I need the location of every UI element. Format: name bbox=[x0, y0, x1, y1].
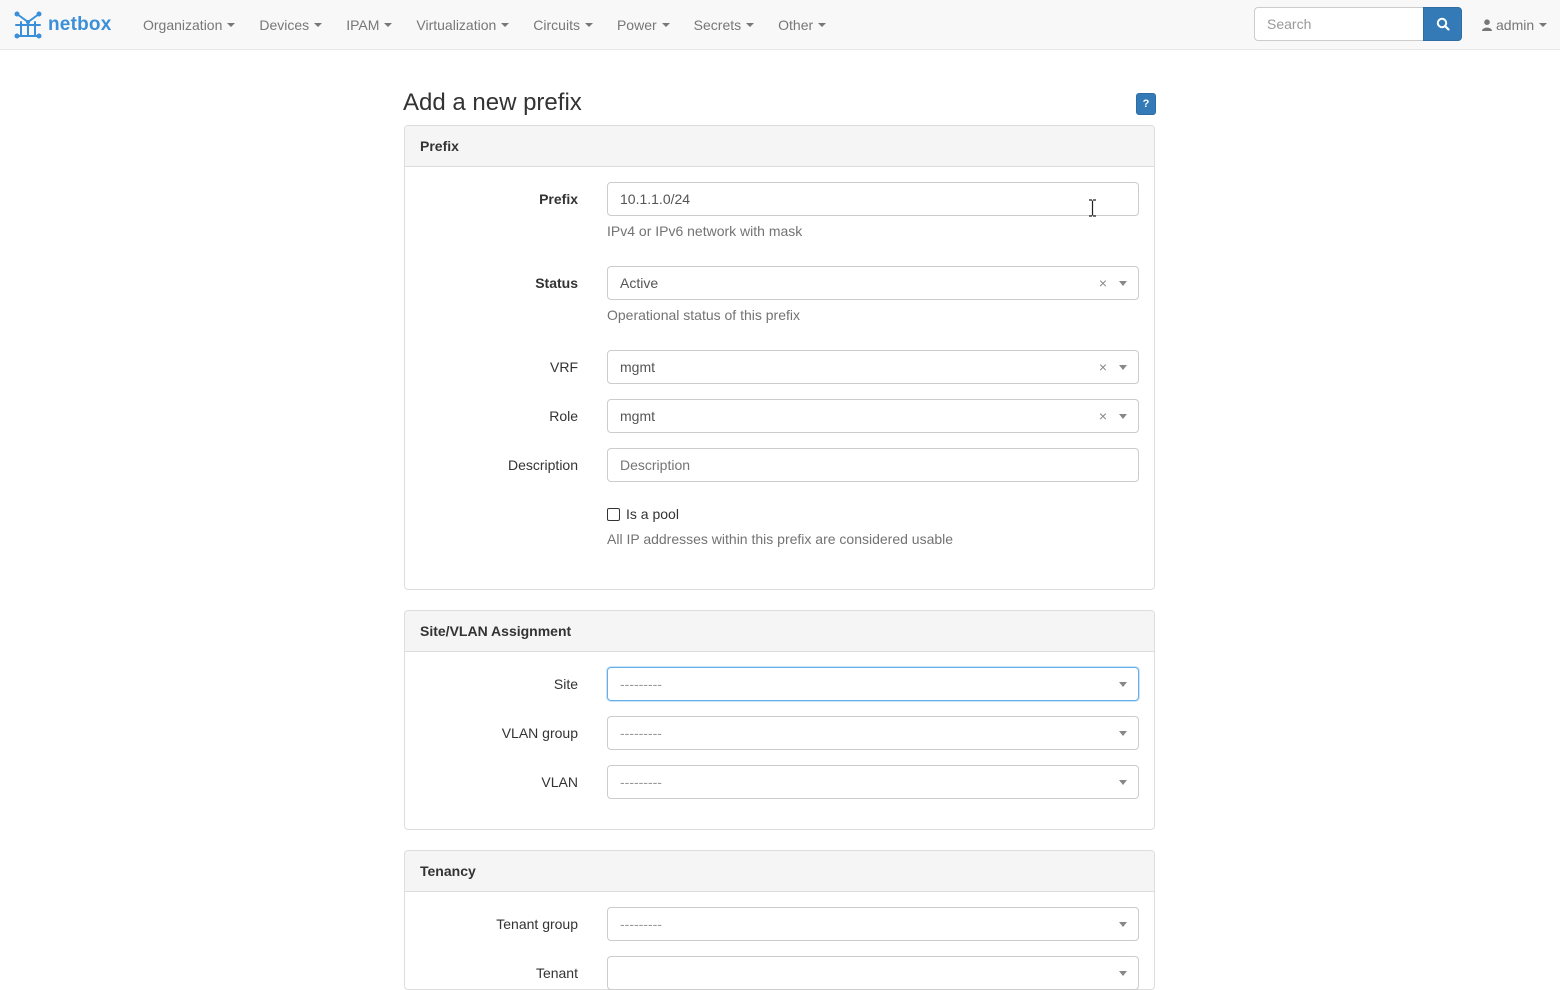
site-select[interactable]: --------- bbox=[607, 667, 1139, 701]
caret-down-icon bbox=[661, 22, 670, 27]
dropdown-arrow-icon[interactable] bbox=[1119, 681, 1127, 687]
dropdown-arrow-icon[interactable] bbox=[1119, 921, 1127, 927]
dropdown-arrow-icon[interactable] bbox=[1119, 730, 1127, 736]
brand-name: netbox bbox=[48, 14, 112, 35]
panel-heading: Tenancy bbox=[405, 851, 1154, 892]
vlan-group-select[interactable]: --------- bbox=[607, 716, 1139, 750]
description-label: Description bbox=[507, 457, 578, 473]
brand-link[interactable]: netbox bbox=[13, 10, 111, 40]
panel-heading: Site/VLAN Assignment bbox=[405, 611, 1154, 652]
dropdown-arrow-icon[interactable] bbox=[1119, 364, 1127, 370]
caret-down-icon bbox=[584, 22, 593, 27]
nav-label: Virtualization bbox=[416, 16, 497, 33]
user-icon bbox=[1482, 18, 1492, 31]
status-value: Active bbox=[620, 275, 659, 291]
user-name: admin bbox=[1496, 16, 1535, 33]
clear-icon[interactable]: × bbox=[1099, 408, 1107, 424]
nav-label: Other bbox=[778, 16, 814, 33]
is-pool-label[interactable]: Is a pool bbox=[626, 504, 679, 524]
dropdown-arrow-icon[interactable] bbox=[1119, 779, 1127, 785]
caret-down-icon bbox=[746, 22, 755, 27]
prefix-input[interactable]: 10.1.1.0/24 bbox=[607, 182, 1139, 216]
role-select[interactable]: mgmt × bbox=[607, 399, 1139, 433]
caret-down-icon bbox=[818, 22, 827, 27]
dropdown-arrow-icon[interactable] bbox=[1119, 280, 1127, 286]
caret-down-icon bbox=[1539, 22, 1548, 27]
help-icon: ? bbox=[1142, 98, 1150, 110]
nav-power[interactable]: Power bbox=[605, 0, 682, 49]
caret-down-icon bbox=[314, 22, 323, 27]
nav-circuits[interactable]: Circuits bbox=[521, 0, 605, 49]
search-input[interactable] bbox=[1254, 7, 1424, 41]
tenant-group-select[interactable]: --------- bbox=[607, 907, 1139, 941]
vrf-label: VRF bbox=[550, 359, 578, 375]
nav-virtualization[interactable]: Virtualization bbox=[404, 0, 521, 49]
netbox-logo-icon bbox=[14, 11, 42, 39]
caret-down-icon bbox=[227, 22, 236, 27]
role-value: mgmt bbox=[620, 408, 655, 424]
clear-icon[interactable]: × bbox=[1099, 359, 1107, 375]
nav-other[interactable]: Other bbox=[766, 0, 838, 49]
caret-down-icon bbox=[384, 22, 393, 27]
page-title: Add a new prefix bbox=[403, 89, 582, 116]
vlan-group-value: --------- bbox=[620, 725, 662, 741]
vlan-group-label: VLAN group bbox=[501, 725, 578, 741]
help-button[interactable]: ? bbox=[1136, 93, 1156, 115]
search-button[interactable] bbox=[1423, 7, 1462, 41]
description-input[interactable] bbox=[607, 448, 1139, 482]
role-label: Role bbox=[549, 408, 578, 424]
vlan-select[interactable]: --------- bbox=[607, 765, 1139, 799]
prefix-panel: Prefix Prefix 10.1.1.0/24 IPv4 or IPv6 n… bbox=[404, 125, 1155, 590]
nav-devices[interactable]: Devices bbox=[247, 0, 334, 49]
tenant-group-label: Tenant group bbox=[496, 916, 578, 932]
panel-heading: Prefix bbox=[405, 126, 1154, 167]
nav-label: Organization bbox=[143, 16, 223, 33]
vrf-select[interactable]: mgmt × bbox=[607, 350, 1139, 384]
site-vlan-panel: Site/VLAN Assignment Site --------- VLAN… bbox=[404, 610, 1155, 830]
status-select[interactable]: Active × bbox=[607, 266, 1139, 300]
search-icon bbox=[1436, 17, 1450, 31]
vrf-value: mgmt bbox=[620, 359, 655, 375]
tenant-label: Tenant bbox=[535, 965, 578, 981]
nav-secrets[interactable]: Secrets bbox=[682, 0, 766, 49]
nav-label: Power bbox=[616, 16, 657, 33]
status-label: Status bbox=[535, 275, 578, 291]
nav-label: Circuits bbox=[533, 16, 580, 33]
dropdown-arrow-icon[interactable] bbox=[1119, 413, 1127, 419]
user-menu[interactable]: admin bbox=[1470, 0, 1559, 49]
main-nav: Organization Devices IPAM Virtualization… bbox=[131, 0, 838, 49]
tenant-group-value: --------- bbox=[620, 916, 662, 932]
is-pool-help-text: All IP addresses within this prefix are … bbox=[607, 531, 954, 547]
tenancy-panel: Tenancy Tenant group --------- Tenant bbox=[404, 850, 1155, 990]
nav-organization[interactable]: Organization bbox=[131, 0, 247, 49]
site-label: Site bbox=[553, 676, 578, 692]
clear-icon[interactable]: × bbox=[1099, 275, 1107, 291]
nav-ipam[interactable]: IPAM bbox=[334, 0, 404, 49]
caret-down-icon bbox=[501, 22, 510, 27]
nav-label: IPAM bbox=[346, 16, 380, 33]
top-navbar: netbox Organization Devices IPAM Virtual… bbox=[0, 0, 1560, 50]
nav-label: Secrets bbox=[693, 16, 742, 33]
vlan-value: --------- bbox=[620, 774, 662, 790]
status-help-text: Operational status of this prefix bbox=[607, 307, 800, 323]
dropdown-arrow-icon[interactable] bbox=[1119, 970, 1127, 976]
vlan-label: VLAN bbox=[541, 774, 578, 790]
site-value: --------- bbox=[620, 676, 662, 692]
prefix-value: 10.1.1.0/24 bbox=[620, 191, 691, 207]
nav-label: Devices bbox=[259, 16, 310, 33]
prefix-help-text: IPv4 or IPv6 network with mask bbox=[607, 223, 803, 239]
tenant-select[interactable] bbox=[607, 956, 1139, 990]
is-pool-checkbox[interactable] bbox=[607, 508, 620, 521]
prefix-label: Prefix bbox=[539, 191, 578, 207]
